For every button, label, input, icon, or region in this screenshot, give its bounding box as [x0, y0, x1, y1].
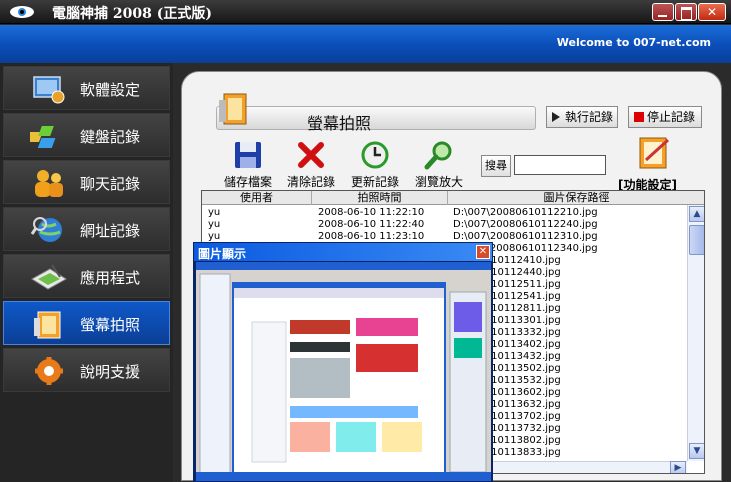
sidebar-item-screenshot[interactable]: 螢幕拍照	[3, 301, 170, 345]
image-preview-window[interactable]: 圖片顯示 ✕	[193, 242, 493, 482]
path-cell: D:\007\20080610112240.jpg	[453, 219, 598, 230]
sidebar-item-keyboard-log[interactable]: 鍵盤記錄	[3, 113, 170, 157]
window-title: 電腦神捕 2008 (正式版)	[52, 6, 212, 22]
sidebar-item-software-settings[interactable]: 軟體設定	[3, 66, 170, 110]
start-record-button[interactable]: 執行記錄	[546, 106, 618, 128]
function-settings-icon[interactable]	[634, 134, 674, 172]
sidebar-item-label: 螢幕拍照	[80, 316, 141, 334]
zoom-view-label: 瀏覽放大	[414, 175, 463, 189]
sidebar: 軟體設定 鍵盤記錄 聊天記錄 網址記錄 應用程式 螢幕拍照 說明支援	[0, 63, 173, 482]
sidebar-item-label: 聊天記錄	[80, 175, 141, 193]
app-window: 電腦神捕 2008 (正式版) ✕ Welcome to 007-net.com…	[0, 0, 731, 482]
chat-log-icon	[35, 170, 63, 197]
vertical-scrollbar[interactable]: ▲ ▼	[687, 205, 704, 461]
application-icon	[31, 264, 67, 290]
stop-record-button[interactable]: 停止記錄	[628, 106, 702, 128]
time-cell: 2008-06-10 11:22:40	[318, 219, 425, 230]
welcome-text: Welcome to 007-net.com	[556, 36, 711, 49]
user-cell: yu	[208, 219, 221, 230]
screenshot-section-icon	[219, 93, 247, 125]
floppy-save-icon	[235, 142, 261, 168]
popup-title-bar[interactable]: 圖片顯示 ✕	[194, 243, 492, 261]
popup-close-button[interactable]: ✕	[476, 245, 490, 259]
start-record-label: 執行記錄	[565, 110, 614, 124]
header-banner: Welcome to 007-net.com	[0, 25, 731, 63]
scroll-thumb[interactable]	[689, 225, 704, 255]
play-icon	[552, 112, 560, 122]
section-header: 螢幕拍照	[216, 106, 536, 133]
sidebar-item-label: 網址記錄	[80, 222, 141, 240]
title-bar[interactable]: 電腦神捕 2008 (正式版) ✕	[0, 0, 731, 24]
screenshot-icon	[34, 311, 61, 339]
save-file-label: 儲存檔案	[223, 175, 272, 189]
scroll-right-icon[interactable]: ▶	[670, 461, 686, 473]
software-settings-icon	[33, 76, 65, 104]
screenshot-preview-image	[196, 262, 491, 481]
clear-records-label: 清除記錄	[286, 175, 335, 189]
sidebar-item-label: 應用程式	[80, 269, 141, 287]
scroll-up-icon[interactable]: ▲	[689, 206, 704, 222]
maximize-button[interactable]	[675, 3, 697, 21]
magnifier-icon	[424, 141, 452, 170]
user-cell: yu	[208, 207, 221, 218]
sidebar-item-help-support[interactable]: 說明支援	[3, 348, 170, 392]
table-header: 使用者 拍照時間 圖片保存路徑	[202, 191, 704, 205]
sidebar-item-label: 軟體設定	[80, 81, 141, 99]
stop-record-label: 停止記錄	[647, 110, 696, 124]
table-row[interactable]: yu 2008-06-10 11:22:40 D:\007\200806101122…	[202, 219, 687, 231]
close-button[interactable]: ✕	[698, 3, 726, 21]
stop-icon	[634, 112, 644, 122]
time-cell: 2008-06-10 11:22:10	[318, 207, 425, 218]
column-header-user[interactable]: 使用者	[202, 191, 312, 205]
sidebar-item-chat-log[interactable]: 聊天記錄	[3, 160, 170, 204]
sidebar-item-label: 說明支援	[80, 363, 141, 381]
search-input[interactable]	[514, 155, 606, 175]
refresh-records-label: 更新記錄	[350, 175, 399, 189]
keyboard-log-icon	[30, 126, 56, 148]
sidebar-item-application[interactable]: 應用程式	[3, 254, 170, 298]
popup-title: 圖片顯示	[198, 247, 247, 261]
section-title: 螢幕拍照	[307, 114, 372, 133]
search-button[interactable]: 搜尋	[481, 155, 511, 177]
minimize-button[interactable]	[652, 3, 674, 21]
screenshot-thumbnail	[196, 262, 491, 481]
column-header-path[interactable]: 圖片保存路徑	[448, 191, 704, 205]
path-cell: D:\007\20080610112210.jpg	[453, 207, 598, 218]
zoom-view-button[interactable]: 瀏覽放大	[406, 140, 472, 192]
column-header-time[interactable]: 拍照時間	[312, 191, 448, 205]
red-x-icon	[298, 142, 324, 168]
refresh-icon	[361, 141, 389, 169]
table-row[interactable]: yu 2008-06-10 11:22:10 D:\007\200806101122…	[202, 207, 687, 219]
url-log-icon	[30, 217, 62, 242]
help-support-icon	[35, 357, 63, 385]
sidebar-item-url-log[interactable]: 網址記錄	[3, 207, 170, 251]
eye-logo-icon	[10, 6, 34, 18]
clear-records-button[interactable]: 清除記錄	[278, 140, 344, 192]
refresh-records-button[interactable]: 更新記錄	[342, 140, 408, 192]
scroll-down-icon[interactable]: ▼	[689, 443, 704, 459]
save-file-button[interactable]: 儲存檔案	[215, 140, 281, 192]
sidebar-item-label: 鍵盤記錄	[80, 128, 141, 146]
